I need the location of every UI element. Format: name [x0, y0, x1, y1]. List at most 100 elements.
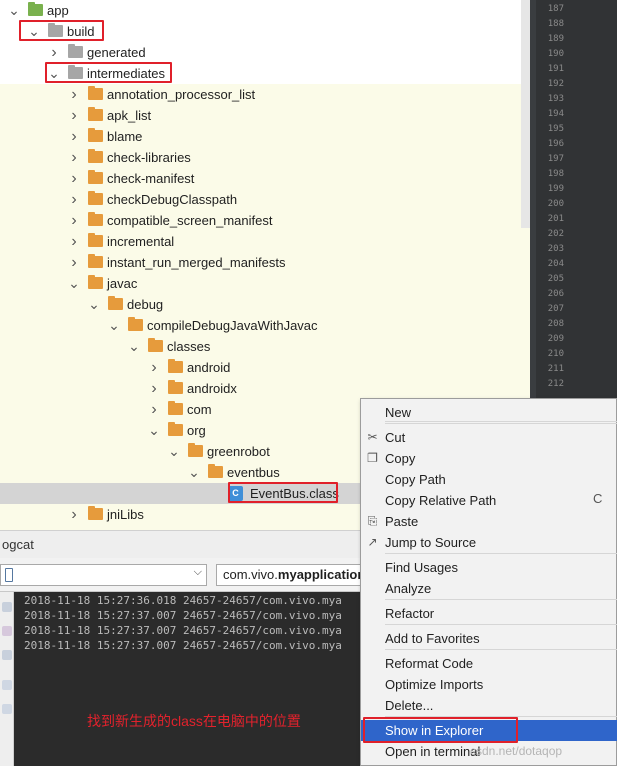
- line-number: 203: [547, 244, 564, 254]
- menu-item-add-to-favorites[interactable]: Add to Favorites: [361, 628, 617, 649]
- chevron-right-icon[interactable]: ›: [48, 42, 60, 63]
- chevron-down-icon[interactable]: ⌄: [128, 336, 140, 357]
- menu-item-analyze[interactable]: Analyze: [361, 578, 617, 599]
- chevron-right-icon[interactable]: ›: [68, 210, 80, 231]
- menu-item-paste[interactable]: ⎘ Paste: [361, 511, 617, 532]
- restart-icon[interactable]: [2, 650, 12, 660]
- menu-item-reformat-code[interactable]: Reformat Code: [361, 653, 617, 674]
- menu-item-optimize-imports[interactable]: Optimize Imports: [361, 674, 617, 695]
- menu-item-label: Cut: [385, 430, 406, 445]
- tree-node-classes[interactable]: ⌄ classes: [0, 336, 530, 357]
- tree-node-instant-run-merged-manifests[interactable]: › instant_run_merged_manifests: [0, 252, 530, 273]
- show-in-explorer-highlight-box: [363, 717, 518, 743]
- tree-node-checkdebugclasspath[interactable]: › checkDebugClasspath: [0, 189, 530, 210]
- eventbus-class-highlight-box: [228, 482, 338, 503]
- intermediates-highlight-box: [45, 62, 172, 83]
- log-line: 2018-11-18 15:27:37.007 24657-24657/com.…: [24, 624, 342, 637]
- tree-node-javac[interactable]: ⌄ javac: [0, 273, 530, 294]
- chevron-right-icon[interactable]: ›: [68, 252, 80, 273]
- chevron-right-icon[interactable]: ›: [68, 168, 80, 189]
- logcat-title[interactable]: ogcat: [2, 537, 34, 552]
- scroll-end-icon[interactable]: [2, 626, 12, 636]
- trash-icon[interactable]: [2, 602, 12, 612]
- menu-item-label: Delete...: [385, 698, 434, 713]
- chevron-right-icon[interactable]: ›: [68, 84, 80, 105]
- chevron-right-icon[interactable]: ›: [68, 231, 80, 252]
- tree-node-blame[interactable]: › blame: [0, 126, 530, 147]
- chevron-right-icon[interactable]: ›: [148, 399, 160, 420]
- menu-item-copy-path[interactable]: Copy Path: [361, 469, 617, 490]
- chevron-right-icon[interactable]: ›: [68, 126, 80, 147]
- menu-item-label: New: [385, 405, 412, 420]
- tree-node-check-manifest[interactable]: › check-manifest: [0, 168, 530, 189]
- menu-separator: [385, 624, 617, 625]
- tree-node-label: apk_list: [107, 108, 152, 123]
- filter-icon[interactable]: [2, 680, 12, 690]
- tree-node-label: instant_run_merged_manifests: [107, 255, 286, 270]
- tree-node-app[interactable]: ⌄ app: [0, 0, 530, 21]
- tree-node-apk-list[interactable]: › apk_list: [0, 105, 530, 126]
- tree-node-incremental[interactable]: › incremental: [0, 231, 530, 252]
- camera-icon[interactable]: [2, 704, 12, 714]
- package-prefix: com.vivo.: [223, 567, 278, 582]
- tree-node-compatible-screen-manifest[interactable]: › compatible_screen_manifest: [0, 210, 530, 231]
- tree-node-generated[interactable]: › generated: [0, 42, 530, 63]
- scissors-icon: ✂: [367, 430, 378, 444]
- chevron-right-icon[interactable]: ›: [68, 105, 80, 126]
- menu-item-label: Find Usages: [385, 560, 458, 575]
- folder-icon: [168, 359, 183, 373]
- tree-node-android[interactable]: › android: [0, 357, 530, 378]
- folder-icon: [208, 464, 223, 478]
- tree-node-label: com: [187, 402, 212, 417]
- tree-node-debug[interactable]: ⌄ debug: [0, 294, 530, 315]
- tree-node-androidx[interactable]: › androidx: [0, 378, 530, 399]
- tree-node-annotation-processor-list[interactable]: › annotation_processor_list: [0, 84, 530, 105]
- tree-node-check-libraries[interactable]: › check-libraries: [0, 147, 530, 168]
- tree-node-label: android: [187, 360, 231, 375]
- menu-item-copy[interactable]: ❐ Copy: [361, 448, 617, 469]
- chevron-down-icon[interactable]: ⌄: [8, 0, 20, 21]
- line-number: 209: [547, 334, 564, 344]
- log-line: 2018-11-18 15:27:37.007 24657-24657/com.…: [24, 639, 342, 652]
- tree-node-label: greenrobot: [207, 444, 270, 459]
- line-number: 212: [547, 379, 564, 389]
- folder-icon: [68, 44, 83, 58]
- chevron-right-icon[interactable]: ›: [68, 189, 80, 210]
- tree-node-label: checkDebugClasspath: [107, 192, 238, 207]
- menu-item-jump-to-source[interactable]: ↗ Jump to Source: [361, 532, 617, 553]
- line-number: 200: [547, 199, 564, 209]
- chevron-down-icon[interactable]: ⌄: [168, 441, 180, 462]
- line-number: 189: [547, 34, 564, 44]
- line-number: 192: [547, 79, 564, 89]
- line-number: 204: [547, 259, 564, 269]
- menu-item-cut[interactable]: ✂ Cut: [361, 427, 617, 448]
- folder-icon: [168, 422, 183, 436]
- menu-item-copy-relative-path[interactable]: Copy Relative Path: [361, 490, 617, 511]
- shortcut-fragment: C: [593, 491, 603, 506]
- chevron-right-icon[interactable]: ›: [68, 504, 80, 525]
- chevron-right-icon[interactable]: ›: [68, 147, 80, 168]
- line-number: 206: [547, 289, 564, 299]
- folder-icon: [88, 254, 103, 268]
- tree-scrollbar[interactable]: [521, 0, 530, 228]
- device-selector[interactable]: ⌵: [0, 564, 207, 586]
- chevron-right-icon[interactable]: ›: [148, 357, 160, 378]
- menu-item-refactor[interactable]: Refactor: [361, 603, 617, 624]
- line-number: 194: [547, 109, 564, 119]
- folder-icon: [88, 170, 103, 184]
- chevron-down-icon[interactable]: ⌄: [88, 294, 100, 315]
- chevron-down-icon[interactable]: ⌄: [68, 273, 80, 294]
- menu-item-find-usages[interactable]: Find Usages: [361, 557, 617, 578]
- package-selector[interactable]: com.vivo.myapplication: [216, 564, 366, 586]
- chevron-right-icon[interactable]: ›: [148, 378, 160, 399]
- tree-node-label: org: [187, 423, 206, 438]
- chevron-down-icon[interactable]: ⌄: [188, 462, 200, 483]
- menu-item-delete[interactable]: Delete...: [361, 695, 617, 716]
- menu-item-new[interactable]: New: [361, 402, 617, 423]
- tree-node-compiledebugjavawithjavac[interactable]: ⌄ compileDebugJavaWithJavac: [0, 315, 530, 336]
- chevron-down-icon[interactable]: ⌄: [108, 315, 120, 336]
- menu-item-label: Paste: [385, 514, 419, 529]
- line-number: 207: [547, 304, 564, 314]
- tree-node-label: debug: [127, 297, 164, 312]
- chevron-down-icon[interactable]: ⌄: [148, 420, 160, 441]
